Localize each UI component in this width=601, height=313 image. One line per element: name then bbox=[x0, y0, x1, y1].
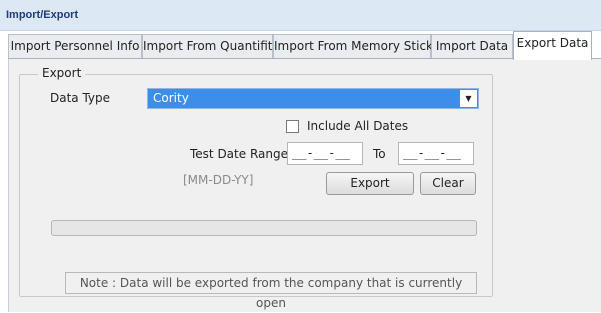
tab-export-data[interactable]: Export Data bbox=[513, 31, 592, 60]
tab-import-personnel-info[interactable]: Import Personnel Info bbox=[8, 34, 142, 59]
data-type-value: Cority bbox=[153, 91, 189, 105]
date-format-hint: [MM-DD-YY] bbox=[183, 173, 254, 187]
window-title: Import/Export bbox=[6, 9, 79, 21]
test-date-range-label: Test Date Range bbox=[190, 147, 288, 161]
tab-import-from-quantifit[interactable]: Import From Quantifit bbox=[142, 34, 273, 59]
tab-import-from-memory-stick[interactable]: Import From Memory Stick bbox=[273, 34, 433, 59]
include-all-dates-checkbox[interactable] bbox=[286, 120, 299, 133]
export-group-label: Export bbox=[38, 66, 86, 80]
export-button[interactable]: Export bbox=[326, 172, 414, 195]
tab-strip: Import Personnel Info Import From Quanti… bbox=[0, 31, 601, 60]
tab-import-data[interactable]: Import Data bbox=[431, 34, 513, 59]
date-to-input[interactable]: __-__-__ bbox=[398, 142, 474, 165]
date-from-input[interactable]: __-__-__ bbox=[287, 142, 363, 165]
export-progress-bar bbox=[51, 220, 477, 236]
window-titlebar: Import/Export bbox=[0, 0, 601, 31]
include-all-dates-label: Include All Dates bbox=[307, 119, 409, 133]
clear-button[interactable]: Clear bbox=[420, 172, 476, 195]
to-label: To bbox=[373, 147, 386, 161]
export-note: Note : Data will be exported from the co… bbox=[65, 272, 477, 310]
dropdown-arrow-icon[interactable]: ▼ bbox=[460, 90, 477, 107]
data-type-select[interactable]: Cority ▼ bbox=[147, 88, 479, 109]
data-type-label: Data Type bbox=[50, 91, 111, 105]
